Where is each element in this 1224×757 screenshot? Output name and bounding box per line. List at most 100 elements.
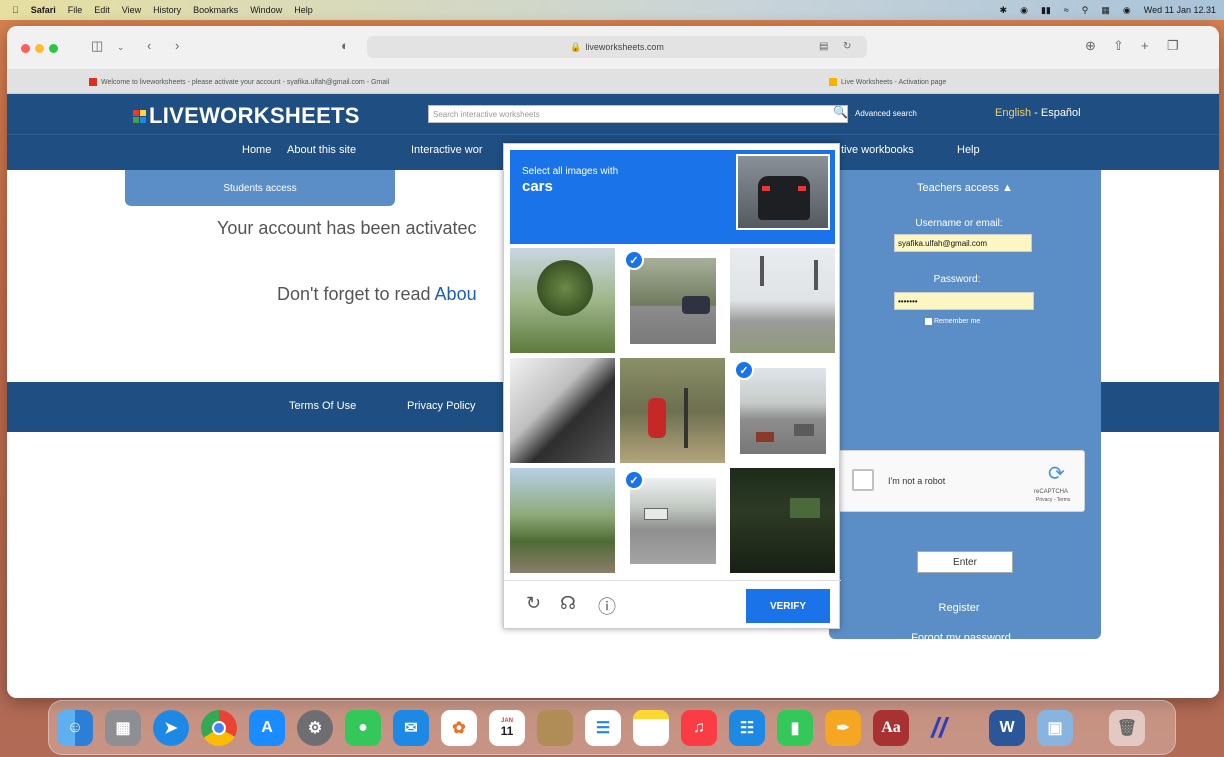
translate-icon[interactable]: ▤ <box>819 41 828 52</box>
captcha-tile-6[interactable]: ✓ <box>730 358 835 463</box>
enter-button[interactable]: Enter <box>917 551 1013 573</box>
captcha-tile-8[interactable]: ✓ <box>620 468 725 573</box>
remember-me[interactable]: Remember me <box>925 318 980 325</box>
menu-view[interactable]: View <box>122 5 141 15</box>
nav-home[interactable]: Home <box>242 144 271 156</box>
photos-icon[interactable]: ✿ <box>441 710 477 746</box>
username-input[interactable]: syafika.ulfah@gmail.com <box>894 234 1032 252</box>
site-search-input[interactable]: Search interactive worksheets <box>428 105 848 123</box>
sidebar-icon[interactable]: ◫ <box>91 38 103 54</box>
bluetooth-icon[interactable]: ✱ <box>1000 5 1008 16</box>
share-icon[interactable]: ⇧ <box>1113 38 1124 54</box>
reload-challenge-icon[interactable]: ↻ <box>526 593 541 614</box>
launchpad-icon[interactable]: ▦ <box>105 710 141 746</box>
dictionary-icon[interactable]: Aa <box>873 710 909 746</box>
captcha-tile-1[interactable] <box>510 248 615 353</box>
reload-icon[interactable]: ↻ <box>843 41 851 52</box>
trash-icon[interactable]: 🗑 <box>1109 710 1145 746</box>
nav-help[interactable]: Help <box>957 144 980 156</box>
terms-link[interactable]: Terms Of Use <box>289 400 356 412</box>
battery-icon[interactable]: ▮▮ <box>1041 5 1051 16</box>
audio-challenge-icon[interactable]: ☊ <box>560 593 576 614</box>
back-icon[interactable]: ‹ <box>147 38 151 53</box>
zoom-window-button[interactable] <box>49 44 58 53</box>
advanced-search-link[interactable]: Advanced search <box>855 109 917 118</box>
tab-liveworksheets[interactable]: Live Worksheets - Activation page <box>829 70 946 94</box>
numbers-icon[interactable]: ▮ <box>777 710 813 746</box>
menu-window[interactable]: Window <box>250 5 282 15</box>
menu-history[interactable]: History <box>153 5 181 15</box>
focus-icon[interactable]: ◉ <box>1020 5 1028 16</box>
search-icon[interactable]: 🔍 <box>833 105 848 119</box>
menu-help[interactable]: Help <box>294 5 313 15</box>
reminders-icon[interactable]: ☰ <box>585 710 621 746</box>
control-center-icon[interactable]: ▦ <box>1101 5 1110 16</box>
lang-spanish-link[interactable]: Español <box>1041 107 1081 119</box>
privacy-link[interactable]: Privacy Policy <box>407 400 475 412</box>
siri-icon[interactable]: ◉ <box>1123 5 1131 16</box>
captcha-tile-7[interactable] <box>510 468 615 573</box>
downloads-icon[interactable]: ⊕ <box>1085 38 1096 54</box>
forward-icon[interactable]: › <box>175 38 179 53</box>
sidebar-dropdown-icon[interactable]: ⌄ <box>117 42 125 53</box>
menu-edit[interactable]: Edit <box>94 5 110 15</box>
calendar-icon[interactable]: JAN 11 <box>489 710 525 746</box>
app-store-icon[interactable]: A <box>249 710 285 746</box>
tile-selected-check-icon: ✓ <box>624 250 644 270</box>
wifi-icon[interactable]: ≈ <box>1064 5 1069 15</box>
nav-about[interactable]: About this site <box>287 144 356 156</box>
password-input[interactable]: ••••••• <box>894 292 1034 310</box>
pages-icon[interactable]: ✒ <box>825 710 861 746</box>
clock[interactable]: Wed 11 Jan 12.31 <box>1144 5 1216 15</box>
music-icon[interactable]: ♫ <box>681 710 717 746</box>
recaptcha-checkbox[interactable] <box>852 469 874 491</box>
safari-icon[interactable]: ➤ <box>153 710 189 746</box>
forgot-password-link[interactable]: Forgot my password <box>825 632 1097 644</box>
recaptcha-links[interactable]: Privacy - Terms <box>1036 497 1070 503</box>
new-tab-icon[interactable]: + <box>1141 38 1149 53</box>
captcha-tile-9[interactable] <box>730 468 835 573</box>
privacy-shield-icon[interactable]: ◐ <box>341 38 349 53</box>
tab-overview-icon[interactable]: ❐ <box>1167 38 1179 54</box>
site-logo[interactable]: LIVEWORKSHEETS <box>133 103 360 129</box>
menu-file[interactable]: File <box>68 5 83 15</box>
verify-button[interactable]: VERIFY <box>746 589 830 623</box>
menu-bookmarks[interactable]: Bookmarks <box>193 5 238 15</box>
teachers-access-title[interactable]: Teachers access ▲ <box>829 182 1101 194</box>
captcha-grid: ✓ ✓ ✓ <box>510 248 835 574</box>
minimize-window-button[interactable] <box>35 44 44 53</box>
system-settings-icon[interactable]: ⚙ <box>297 710 333 746</box>
recaptcha-label: I'm not a robot <box>888 476 946 486</box>
folder-icon[interactable] <box>537 710 573 746</box>
remember-label: Remember me <box>934 318 981 325</box>
geogebra-icon[interactable]: // <box>921 710 957 746</box>
menu-app-name[interactable]: Safari <box>31 5 56 15</box>
captcha-tile-4[interactable] <box>510 358 615 463</box>
chrome-icon[interactable] <box>201 710 237 746</box>
captcha-tile-5[interactable] <box>620 358 725 463</box>
preview-icon[interactable]: ▣ <box>1037 710 1073 746</box>
tab-gmail[interactable]: Welcome to liveworksheets - please activ… <box>89 70 389 94</box>
address-bar[interactable]: 🔒 liveworksheets.com <box>367 36 867 58</box>
students-access-tab[interactable]: Students access <box>125 170 395 206</box>
mail-icon[interactable]: ✉ <box>393 710 429 746</box>
notes-icon[interactable] <box>633 710 669 746</box>
captcha-tile-2[interactable]: ✓ <box>620 248 725 353</box>
nav-interactive-workbooks[interactable]: tive workbooks <box>841 144 914 156</box>
captcha-tile-3[interactable] <box>730 248 835 353</box>
remember-checkbox[interactable] <box>925 318 932 325</box>
nav-interactive-worksheets[interactable]: Interactive wor <box>411 144 483 156</box>
messages-icon[interactable]: ● <box>345 710 381 746</box>
language-switcher: English - Español <box>995 107 1081 119</box>
register-link[interactable]: Register <box>823 602 1095 614</box>
lang-english-link[interactable]: English <box>995 107 1031 119</box>
finder-icon[interactable]: ☺ <box>57 710 93 746</box>
apple-menu-icon[interactable]:  <box>12 5 19 15</box>
info-icon[interactable]: ⓘ <box>598 593 616 619</box>
spotlight-icon[interactable]: ⚲ <box>1082 5 1089 16</box>
about-link[interactable]: Abou <box>435 284 477 304</box>
word-icon[interactable]: W <box>989 710 1025 746</box>
close-window-button[interactable] <box>21 44 30 53</box>
gmail-icon <box>89 78 97 86</box>
keynote-icon[interactable]: ☷ <box>729 710 765 746</box>
